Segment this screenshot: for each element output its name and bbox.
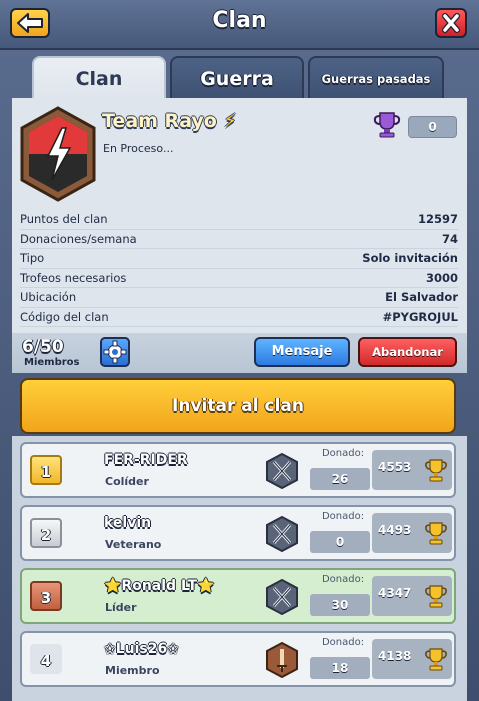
stat-label: Ubicación	[20, 290, 77, 304]
member-rank: 3	[30, 581, 62, 611]
member-rank: 2	[30, 518, 62, 548]
members-label: Miembros	[24, 357, 80, 368]
trophy-icon	[425, 648, 447, 671]
clan-stats: Puntos del clan 12597 Donaciones/semana …	[20, 210, 458, 327]
member-role: Miembro	[105, 664, 160, 677]
lightning-icon: ⚡	[223, 110, 237, 132]
leave-clan-button[interactable]: Abandonar	[358, 337, 457, 367]
clan-name-text: Team Rayo	[102, 110, 217, 132]
tab-guerra[interactable]: Guerra	[170, 56, 304, 100]
tab-bar: Clan Guerra Guerras pasadas	[0, 50, 479, 100]
stat-row-location: Ubicación El Salvador	[20, 288, 458, 308]
tab-clan[interactable]: Clan	[32, 56, 166, 100]
member-row[interactable]: 2 kelvin Veterano Donado: 0 4493	[20, 505, 456, 561]
clan-badge-icon	[20, 106, 96, 202]
donated-value: 0	[310, 531, 370, 553]
stat-value: #PYGROJUL	[382, 309, 458, 324]
invite-to-clan-button[interactable]: Invitar al clan	[20, 378, 456, 434]
trophy-cell: 4553	[372, 450, 452, 490]
member-rank: 1	[30, 455, 62, 485]
trophy-count: 4493	[378, 523, 412, 537]
clan-war-trophy-count: 0	[408, 116, 457, 138]
member-rank: 4	[30, 644, 62, 674]
members-count: 6/50	[22, 337, 64, 357]
member-role: Veterano	[105, 538, 162, 551]
close-icon	[442, 13, 460, 33]
close-button[interactable]	[435, 8, 467, 38]
stat-value: 3000	[425, 270, 458, 285]
trophy-icon	[425, 522, 447, 545]
stat-label: Código del clan	[20, 309, 109, 324]
crossed-swords-icon	[266, 453, 298, 489]
stat-value: 12597	[417, 212, 458, 226]
clan-description: En Proceso...	[103, 142, 174, 155]
trophy-count: 4347	[378, 586, 412, 600]
donated-value: 26	[310, 468, 370, 490]
stat-value: El Salvador	[385, 290, 458, 304]
stat-value: 74	[441, 231, 458, 246]
trophy-cell: 4347	[372, 576, 452, 616]
tab-guerras-pasadas-label: Guerras pasadas	[321, 72, 431, 86]
member-name: ✩Luis26✩	[104, 641, 179, 657]
trophy-count: 4553	[378, 460, 412, 474]
clan-name: Team Rayo ⚡	[102, 110, 237, 132]
trophy-cell: 4138	[372, 639, 452, 679]
title-bar: Clan	[0, 0, 479, 50]
member-row[interactable]: 1 FER-RIDER Colíder Donado: 26 4553	[20, 442, 456, 498]
stat-value: Solo invitación	[362, 251, 458, 265]
tab-guerra-label: Guerra	[200, 68, 274, 90]
member-row[interactable]: 3 ⭐Ronald LT⭐ Líder Donado: 30 4347	[20, 568, 456, 624]
gear-icon	[103, 340, 127, 364]
donated-value: 18	[310, 657, 370, 679]
member-role: Líder	[105, 601, 137, 614]
clan-war-trophies: 0	[372, 112, 457, 138]
trophy-count: 4138	[378, 649, 412, 663]
member-role: Colíder	[105, 475, 149, 488]
member-name: ⭐Ronald LT⭐	[104, 578, 215, 594]
stat-row-clan-points: Puntos del clan 12597	[20, 210, 458, 230]
settings-button[interactable]	[100, 337, 130, 367]
donated-label: Donado:	[321, 511, 365, 522]
donated-label: Donado:	[321, 637, 365, 648]
member-row[interactable]: 4 ✩Luis26✩ Miembro Donado: 18 4138	[20, 631, 456, 687]
stat-label: Puntos del clan	[20, 212, 108, 226]
donated-value: 30	[310, 594, 370, 616]
message-button[interactable]: Mensaje	[254, 337, 350, 367]
crossed-swords-icon	[266, 516, 298, 552]
tab-clan-label: Clan	[75, 68, 123, 90]
clan-screen: Clan Clan Guerra Guerras pasadas Team Ra…	[0, 0, 479, 701]
trophy-icon	[425, 585, 447, 608]
crossed-swords-icon	[266, 579, 298, 615]
stat-row-required-trophies: Trofeos necesarios 3000	[20, 269, 458, 288]
clan-info-panel: Team Rayo ⚡ En Proceso... 0 Puntos del c…	[12, 98, 467, 333]
stat-label: Donaciones/semana	[20, 231, 137, 246]
tab-guerras-pasadas[interactable]: Guerras pasadas	[308, 56, 444, 100]
stat-label: Trofeos necesarios	[20, 270, 127, 285]
sword-icon	[266, 642, 298, 678]
member-name: FER-RIDER	[104, 452, 188, 468]
members-bar: 6/50 Miembros Mensaje Abandonar	[12, 333, 467, 373]
purple-trophy-icon	[373, 112, 401, 138]
trophy-cell: 4493	[372, 513, 452, 553]
stat-row-type: Tipo Solo invitación	[20, 249, 458, 269]
stat-row-donations: Donaciones/semana 74	[20, 230, 458, 249]
trophy-icon	[425, 459, 447, 482]
stat-row-clan-code: Código del clan #PYGROJUL	[20, 308, 458, 327]
donated-label: Donado:	[321, 574, 365, 585]
member-name: kelvin	[104, 515, 152, 531]
page-title: Clan	[212, 8, 267, 33]
stat-label: Tipo	[20, 251, 45, 265]
donated-label: Donado:	[321, 448, 365, 459]
